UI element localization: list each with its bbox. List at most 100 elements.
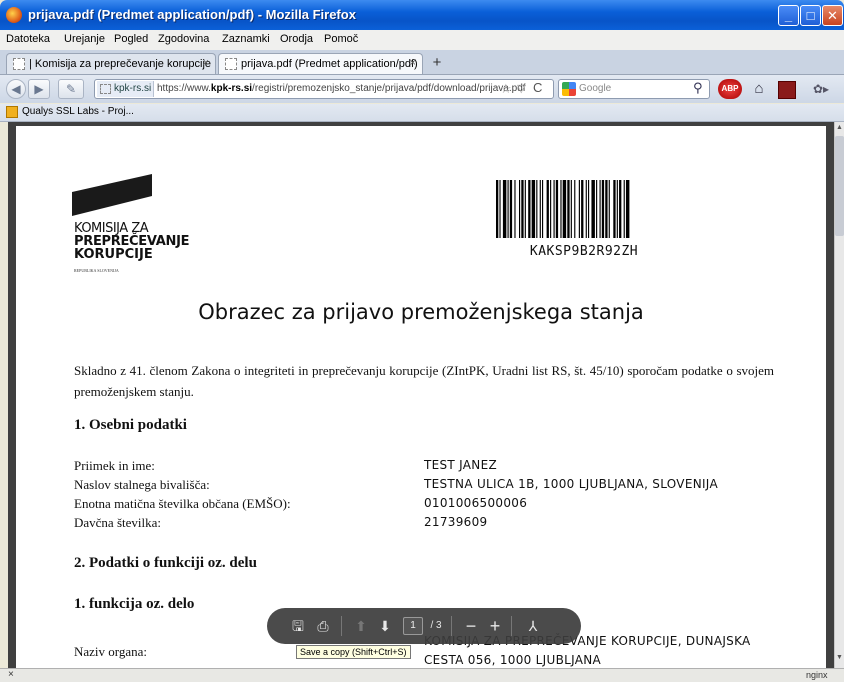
barcode-bar bbox=[509, 180, 513, 238]
barcode-bar bbox=[588, 180, 590, 238]
minimize-button[interactable]: _ bbox=[778, 5, 799, 26]
zoom-in-icon[interactable]: + bbox=[485, 617, 505, 635]
scrollbar[interactable]: ▲ ▼ bbox=[834, 122, 844, 668]
page-total: / 3 bbox=[430, 620, 442, 631]
barcode-bar bbox=[546, 180, 549, 238]
field-value: CESTA 056, 1000 LJUBLJANA bbox=[424, 653, 602, 667]
url-text: https://www.kpk-rs.si/registri/premozenj… bbox=[157, 83, 526, 94]
page-number-input[interactable]: 1 bbox=[403, 617, 423, 635]
extension-icon[interactable]: ✎ bbox=[58, 79, 84, 99]
barcode-bar bbox=[625, 180, 630, 238]
scroll-down-icon[interactable]: ▼ bbox=[835, 654, 844, 664]
forward-icon[interactable]: ▶ bbox=[28, 79, 50, 99]
new-tab-button[interactable]: + bbox=[428, 54, 446, 72]
url-path: /registri/premozenjsko_stanje/prijava/pd… bbox=[252, 83, 526, 94]
subsection-funkcija: 1. funkcija oz. delo bbox=[74, 596, 195, 612]
bookmark-star-icon[interactable]: ☆ bbox=[500, 81, 512, 97]
scroll-thumb[interactable] bbox=[835, 136, 844, 236]
barcode-bar bbox=[591, 180, 595, 238]
tab-close-icon[interactable]: × bbox=[203, 57, 209, 69]
barcode-bar bbox=[555, 180, 559, 238]
close-addon-bar-icon[interactable]: × bbox=[8, 669, 14, 680]
menu-tools[interactable]: Orodja bbox=[280, 33, 313, 45]
dropdown-arrow-icon[interactable]: ▽ bbox=[517, 82, 525, 95]
field-label: Davčna številka: bbox=[74, 515, 161, 530]
url-prefix: https://www. bbox=[157, 83, 211, 94]
tab-label: prijava.pdf (Predmet application/pdf) bbox=[241, 58, 418, 70]
barcode-bar bbox=[619, 180, 622, 238]
tab-komisija[interactable]: | Komisija za preprečevanje korupcije × bbox=[6, 53, 216, 74]
search-bar[interactable]: Google ⚲ bbox=[558, 79, 710, 99]
menu-edit[interactable]: Urejanje bbox=[64, 33, 105, 45]
page-icon bbox=[13, 58, 25, 70]
tab-label: | Komisija za preprečevanje korupcije bbox=[29, 58, 211, 70]
logo-text: KOMISIJA ZA PREPREČEVANJE KORUPCIJE bbox=[74, 222, 190, 261]
barcode-bar bbox=[596, 180, 598, 238]
back-icon[interactable]: ◀ bbox=[6, 79, 26, 99]
barcode-bar bbox=[519, 180, 521, 238]
zoom-out-icon[interactable]: − bbox=[461, 617, 481, 635]
barcode-bar bbox=[531, 180, 536, 238]
menu-history[interactable]: Zgodovina bbox=[158, 33, 209, 45]
field-value: 0101006500006 bbox=[424, 496, 528, 510]
pdf-icon[interactable]: ⅄ bbox=[523, 617, 543, 635]
field-label: Naziv organa: bbox=[74, 644, 148, 659]
window-titlebar[interactable]: prijava.pdf (Predmet application/pdf) - … bbox=[0, 0, 844, 30]
status-bar: × nginx bbox=[0, 668, 844, 682]
kpk-logo-mark bbox=[72, 174, 152, 216]
maximize-button[interactable]: □ bbox=[800, 5, 821, 26]
barcode-bar bbox=[542, 180, 544, 238]
barcode-bar bbox=[605, 180, 608, 238]
logo-small-text: REPUBLIKA SLOVENIJA bbox=[74, 268, 119, 273]
tab-close-icon[interactable]: × bbox=[410, 57, 416, 69]
reload-icon[interactable]: C bbox=[533, 80, 542, 95]
firefox-icon bbox=[6, 7, 22, 23]
document-title: Obrazec za prijavo premoženjskega stanja bbox=[198, 300, 644, 324]
barcode-bar bbox=[570, 180, 572, 238]
page-icon bbox=[225, 58, 237, 70]
save-icon[interactable]: 🖫 bbox=[289, 617, 307, 635]
barcode-bar bbox=[567, 180, 570, 238]
menu-help[interactable]: Pomoč bbox=[324, 33, 358, 45]
menu-view[interactable]: Pogled bbox=[114, 33, 148, 45]
barcode-bar bbox=[550, 180, 552, 238]
barcode bbox=[496, 180, 630, 238]
barcode-bar bbox=[613, 180, 616, 238]
adblock-icon[interactable]: ABP bbox=[718, 79, 742, 99]
barcode-bar bbox=[616, 180, 618, 238]
site-identity[interactable]: kpk-rs.si bbox=[97, 81, 154, 97]
barcode-bar bbox=[499, 180, 501, 238]
barcode-bar bbox=[585, 180, 587, 238]
url-domain: kpk-rs.si bbox=[210, 83, 253, 94]
barcode-bar bbox=[601, 180, 605, 238]
section-osebni-podatki: 1. Osebni podatki bbox=[74, 417, 187, 433]
menu-bookmarks[interactable]: Zaznamki bbox=[222, 33, 270, 45]
tab-strip: | Komisija za preprečevanje korupcije × … bbox=[0, 50, 844, 75]
pdf-floating-toolbar: 🖫 ⎙ ⬆ ⬇ 1 / 3 − + ⅄ bbox=[267, 608, 581, 644]
barcode-bar bbox=[553, 180, 555, 238]
previous-page-icon[interactable]: ⬆ bbox=[353, 617, 369, 635]
search-icon[interactable]: ⚲ bbox=[693, 80, 703, 96]
url-bar[interactable]: kpk-rs.si https://www.kpk-rs.si/registri… bbox=[94, 79, 554, 99]
scroll-up-icon[interactable]: ▲ bbox=[835, 124, 844, 134]
barcode-bar bbox=[539, 180, 541, 238]
addon-icon[interactable] bbox=[778, 81, 796, 99]
barcode-bar bbox=[560, 180, 562, 238]
next-page-icon[interactable]: ⬇ bbox=[377, 617, 393, 635]
lock-icon bbox=[6, 106, 18, 118]
barcode-bar bbox=[581, 180, 584, 238]
tools-icon[interactable]: ✿▸ bbox=[808, 79, 834, 99]
window-title: prijava.pdf (Predmet application/pdf) - … bbox=[28, 7, 356, 22]
tab-prijava-pdf[interactable]: prijava.pdf (Predmet application/pdf) × bbox=[218, 53, 423, 74]
menu-file[interactable]: Datoteka bbox=[6, 33, 50, 45]
barcode-bar bbox=[502, 180, 507, 238]
home-icon[interactable]: ⌂ bbox=[748, 79, 770, 99]
bookmark-qualys[interactable]: Qualys SSL Labs - Proj... bbox=[22, 106, 134, 117]
close-window-button[interactable]: ✕ bbox=[822, 5, 843, 26]
menu-bar: Datoteka Urejanje Pogled Zgodovina Zazna… bbox=[0, 30, 844, 50]
status-right-text: nginx bbox=[806, 670, 828, 680]
print-icon[interactable]: ⎙ bbox=[313, 617, 333, 635]
barcode-bar bbox=[528, 180, 531, 238]
barcode-bar bbox=[507, 180, 509, 238]
google-icon bbox=[562, 82, 576, 96]
